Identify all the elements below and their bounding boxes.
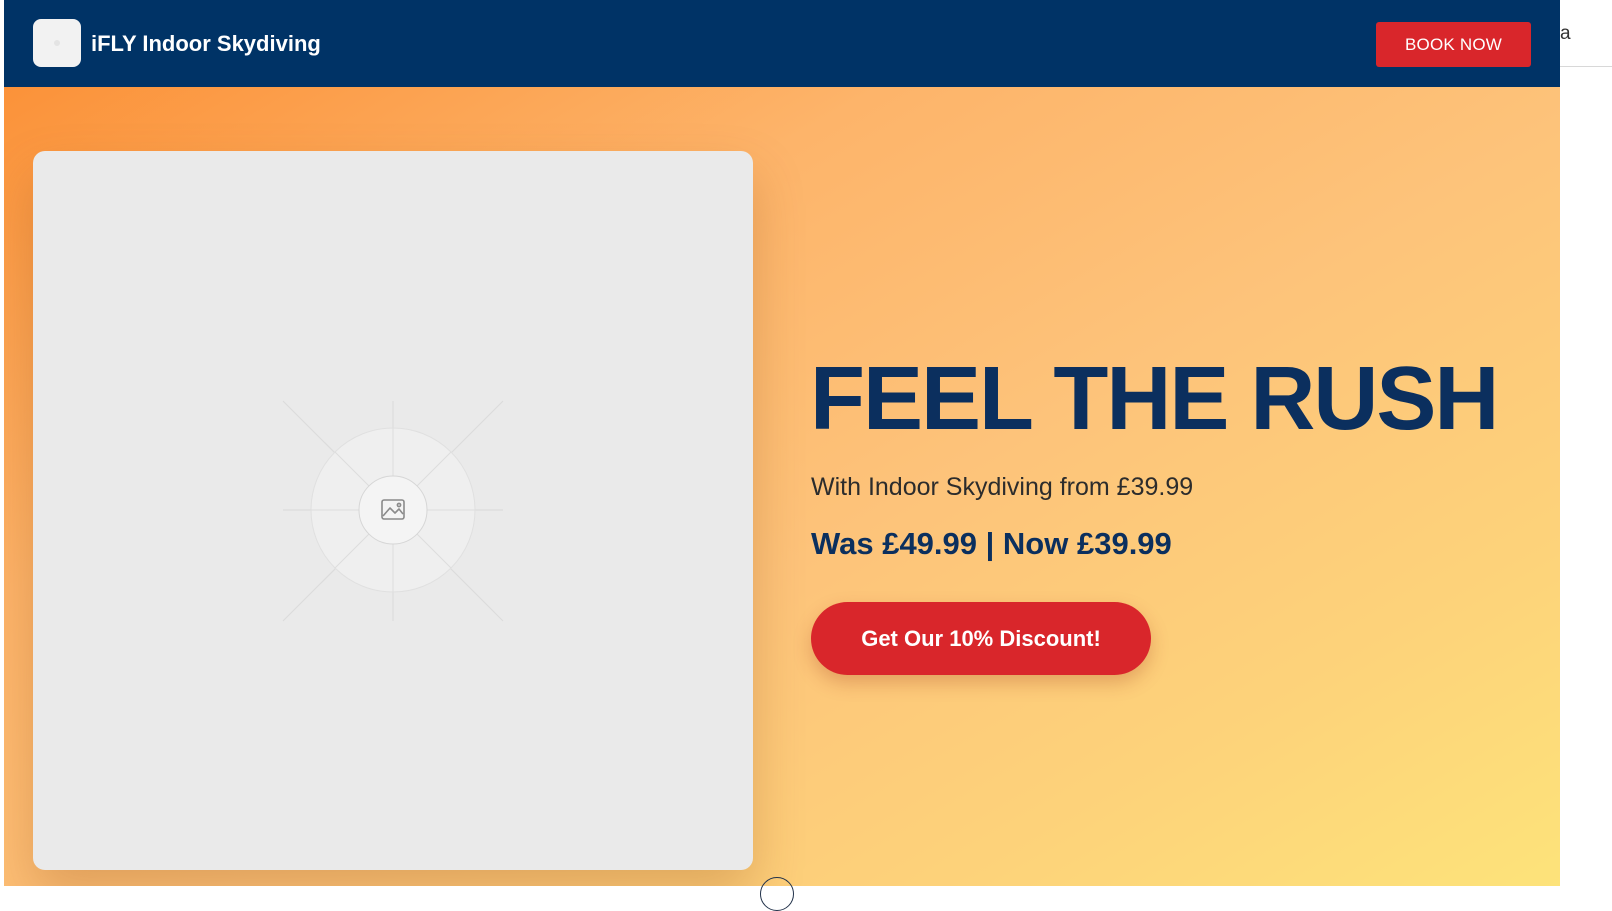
- get-discount-button[interactable]: Get Our 10% Discount!: [811, 602, 1151, 675]
- scroll-down-indicator[interactable]: [760, 877, 794, 911]
- logo-placeholder-icon[interactable]: [33, 19, 81, 67]
- page-frame: iFLY Indoor Skydiving BOOK NOW FEEL THE …: [4, 0, 1560, 886]
- top-navbar: iFLY Indoor Skydiving BOOK NOW: [4, 0, 1560, 87]
- hero-subtitle: With Indoor Skydiving from £39.99: [811, 473, 1194, 501]
- logo-dot: [54, 40, 60, 46]
- hero-headline: FEEL THE RUSH: [810, 349, 1499, 449]
- hero-image-placeholder: [33, 151, 753, 870]
- hero-section: FEEL THE RUSH With Indoor Skydiving from…: [4, 87, 1560, 886]
- offscreen-text-fragment: a: [1560, 23, 1571, 44]
- book-now-button[interactable]: BOOK NOW: [1376, 22, 1531, 67]
- image-placeholder-icon: [282, 400, 504, 622]
- offscreen-divider: [1560, 66, 1612, 67]
- brand-name[interactable]: iFLY Indoor Skydiving: [91, 30, 321, 58]
- price-comparison: Was £49.99 | Now £39.99: [811, 526, 1172, 561]
